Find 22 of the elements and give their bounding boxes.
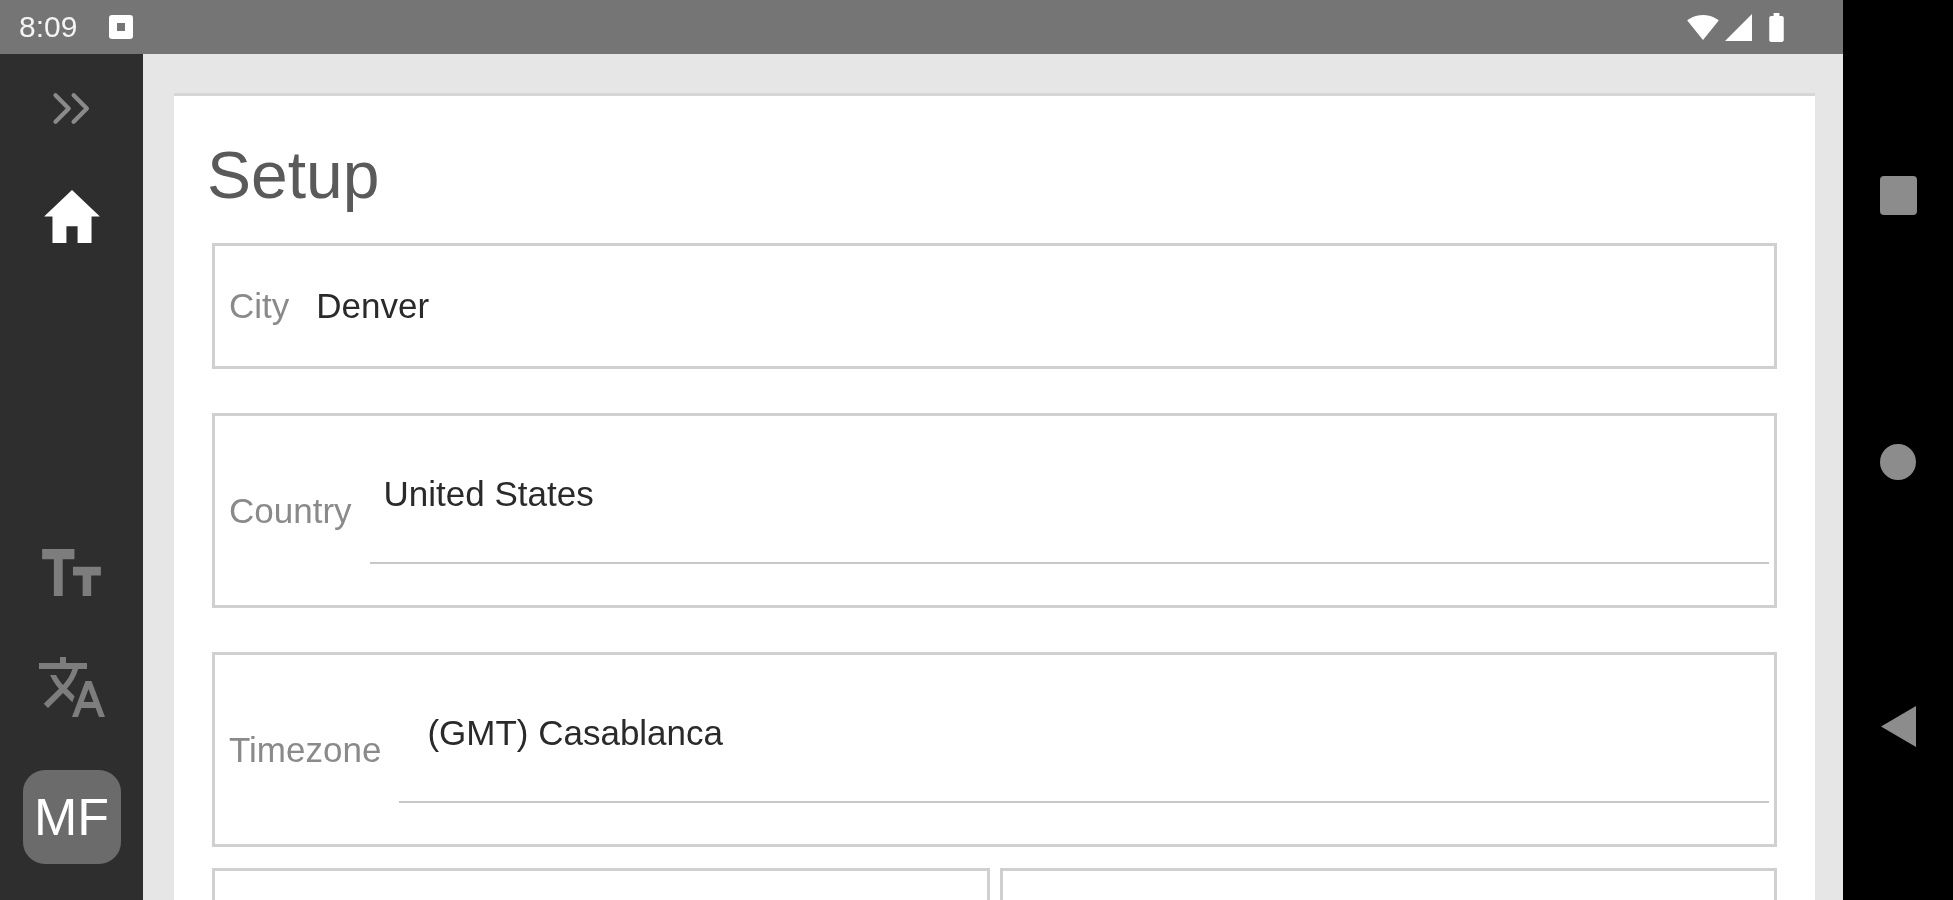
home-icon[interactable] [43,190,100,243]
text-size-icon[interactable] [42,549,101,596]
dropdown-field[interactable]: (GMT) Casablanca [399,696,1769,803]
circle-icon[interactable] [1880,444,1916,480]
input-field[interactable]: United States [369,457,1769,564]
field-label: Timezone [229,728,382,771]
triangle-icon[interactable] [1880,706,1916,747]
form-field[interactable] [999,868,1777,900]
square-icon[interactable] [1879,176,1917,215]
field-label: City [229,285,290,327]
battery-icon [1769,12,1784,42]
field-label: Country [229,489,352,532]
translate-icon[interactable] [38,657,105,717]
signal-icon [1725,13,1752,41]
double-chevron-icon[interactable] [51,92,92,125]
notification-icon [109,15,134,39]
wifi-icon [1687,14,1719,40]
avatar-button[interactable]: MF [22,770,121,864]
page-title: Setup [207,137,381,213]
status-time: 8:09 [19,12,78,42]
input-field[interactable]: Denver [316,285,1774,327]
form-field[interactable] [212,868,990,900]
